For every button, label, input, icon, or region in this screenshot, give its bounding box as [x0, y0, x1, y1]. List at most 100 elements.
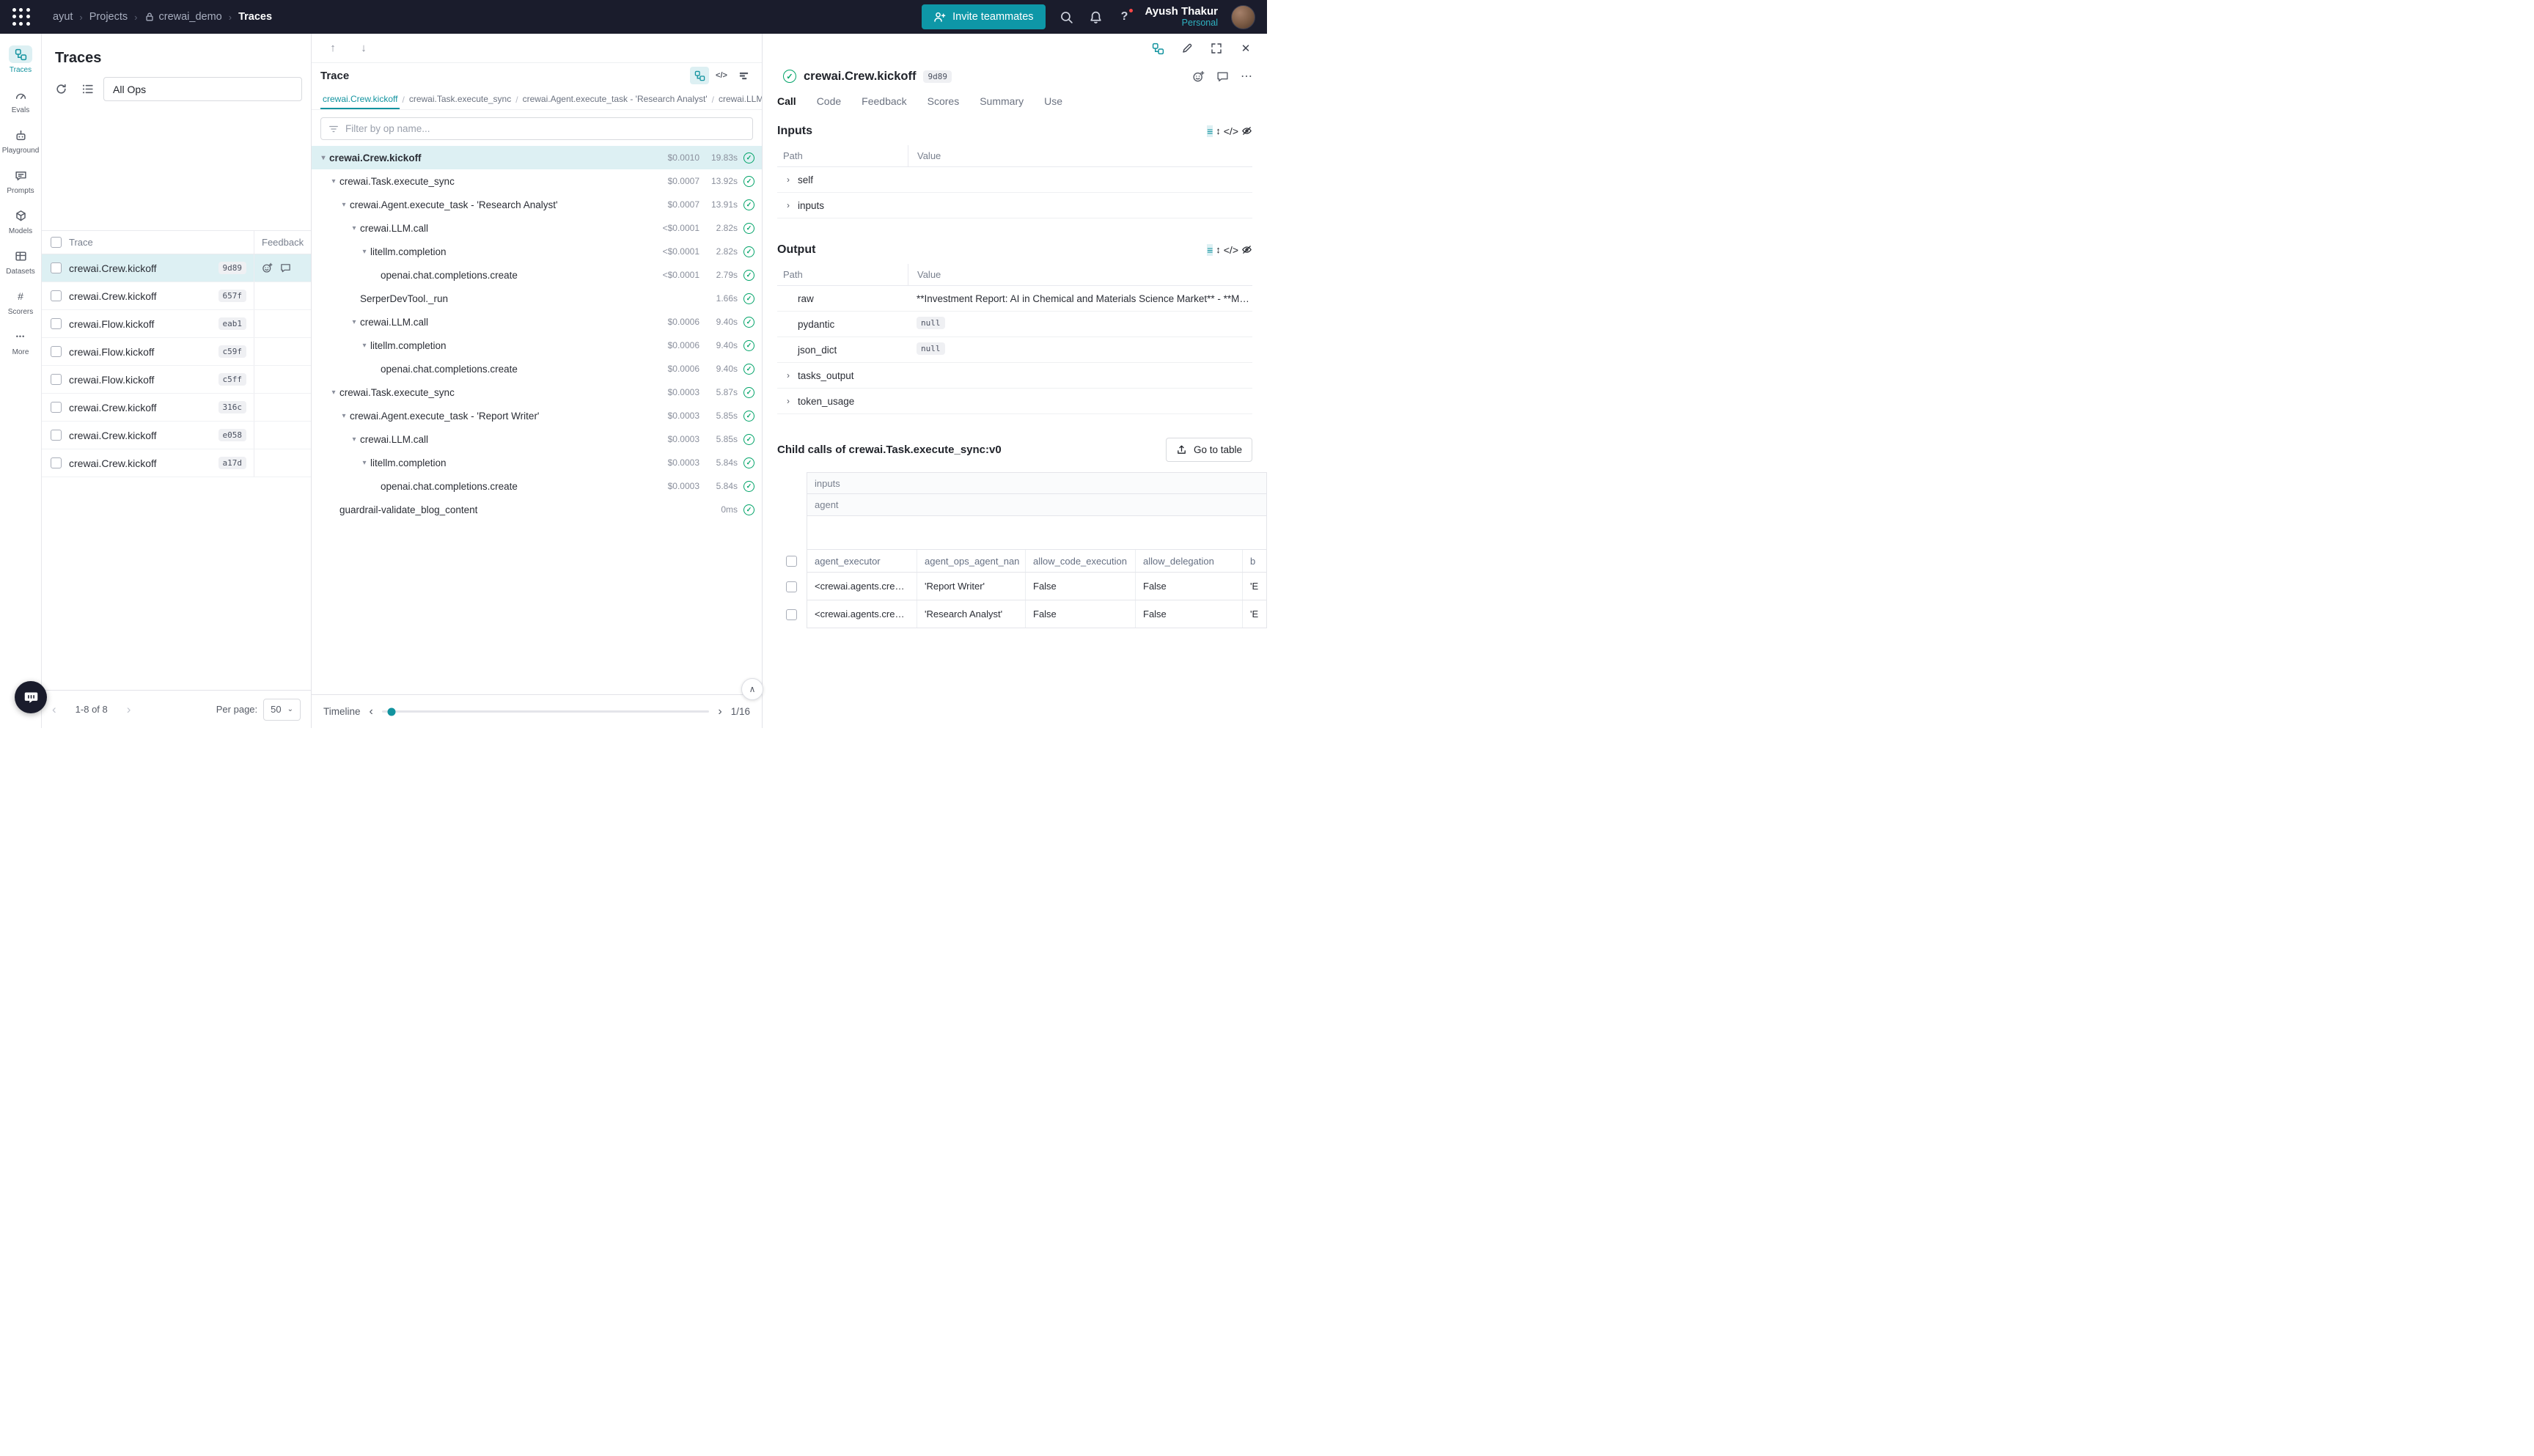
next-call-down-icon[interactable]: ↓ — [356, 40, 372, 56]
output-row[interactable]: › token_usage — [777, 389, 1252, 414]
chevron-down-icon[interactable]: ▾ — [359, 248, 370, 256]
chevron-right-icon[interactable]: › — [783, 174, 793, 185]
go-to-table-button[interactable]: Go to table — [1166, 438, 1252, 462]
row-checkbox[interactable] — [51, 430, 62, 441]
child-call-row[interactable]: <crewai.agents.cre… 'Report Writer' Fals… — [777, 573, 1267, 600]
call-path-item[interactable]: crewai.LLM.cal — [716, 89, 762, 109]
input-row[interactable]: › self — [777, 167, 1252, 193]
chevron-down-icon[interactable]: ▾ — [359, 342, 370, 350]
trace-tree-row[interactable]: ▾ openai.chat.completions.create <$0.000… — [312, 263, 762, 287]
row-checkbox[interactable] — [51, 374, 62, 385]
breadcrumb-traces[interactable]: Traces — [238, 11, 272, 23]
row-checkbox[interactable] — [786, 609, 797, 620]
edit-pencil-icon[interactable] — [1179, 40, 1195, 56]
table-row[interactable]: crewai.Crew.kickoff 316c — [42, 394, 311, 422]
detail-tab[interactable]: Code — [817, 95, 841, 107]
child-call-row[interactable]: <crewai.agents.cre… 'Research Analyst' F… — [777, 600, 1267, 628]
timeline-slider[interactable] — [382, 710, 710, 713]
scroll-to-top-button[interactable]: ∧ — [741, 678, 763, 700]
sidebar-item-prompts[interactable]: Prompts — [1, 163, 40, 198]
trace-tree-row[interactable]: ▾ guardrail-validate_blog_content 0ms — [312, 498, 762, 521]
trace-tree-row[interactable]: ▾ crewai.Agent.execute_task - 'Report Wr… — [312, 404, 762, 427]
chevron-right-icon[interactable]: › — [783, 370, 793, 380]
wandb-logo[interactable] — [12, 7, 31, 26]
trace-tree-row[interactable]: ▾ litellm.completion $0.0003 5.84s — [312, 451, 762, 474]
help-icon[interactable]: ? — [1117, 10, 1132, 23]
row-checkbox[interactable] — [51, 318, 62, 329]
table-row[interactable]: crewai.Crew.kickoff e058 — [42, 422, 311, 449]
code-view-icon[interactable]: </> — [712, 67, 731, 84]
support-chat-button[interactable] — [15, 681, 47, 713]
sidebar-item-evals[interactable]: Evals — [1, 83, 40, 117]
trace-tree-row[interactable]: ▾ litellm.completion $0.0006 9.40s — [312, 334, 762, 357]
trace-tree-row[interactable]: ▾ litellm.completion <$0.0001 2.82s — [312, 240, 762, 263]
row-checkbox[interactable] — [786, 581, 797, 592]
sidebar-item-traces[interactable]: Traces — [1, 43, 40, 77]
prev-call-up-icon[interactable]: ↑ — [325, 40, 341, 56]
tree-view-icon[interactable] — [690, 67, 709, 84]
input-row[interactable]: › inputs — [777, 193, 1252, 218]
row-checkbox[interactable] — [51, 262, 62, 273]
call-path-item[interactable]: crewai.Crew.kickoff — [320, 89, 400, 109]
chevron-right-icon[interactable]: › — [783, 396, 793, 406]
fullscreen-expand-icon[interactable] — [1208, 40, 1224, 56]
row-checkbox[interactable] — [51, 402, 62, 413]
call-path-item[interactable]: crewai.Task.execute_sync — [407, 89, 513, 109]
breadcrumb-projects[interactable]: Projects — [89, 11, 128, 23]
expand-rows-icon[interactable]: ↕ — [1216, 244, 1221, 256]
trace-tree-row[interactable]: ▾ crewai.Task.execute_sync $0.0007 13.92… — [312, 169, 762, 193]
op-name-filter-input[interactable]: Filter by op name... — [320, 117, 753, 140]
comment-icon[interactable] — [1216, 70, 1229, 83]
detail-tab[interactable]: Scores — [928, 95, 960, 107]
table-row[interactable]: crewai.Crew.kickoff 9d89 — [42, 254, 311, 282]
trace-tree-row[interactable]: ▾ crewai.LLM.call $0.0006 9.40s — [312, 310, 762, 334]
add-reaction-icon[interactable] — [262, 262, 273, 273]
close-icon[interactable]: ✕ — [1238, 40, 1254, 56]
chevron-down-icon[interactable]: ▾ — [317, 154, 329, 162]
output-row[interactable]: › tasks_output — [777, 363, 1252, 389]
sidebar-item-more[interactable]: ••• More — [1, 325, 40, 359]
chevron-down-icon[interactable]: ▾ — [328, 177, 339, 185]
comment-icon[interactable] — [280, 262, 291, 273]
next-page-icon[interactable]: › — [127, 702, 131, 717]
table-row[interactable]: crewai.Flow.kickoff eab1 — [42, 310, 311, 338]
invite-teammates-button[interactable]: Invite teammates — [922, 4, 1045, 29]
trace-tree-row[interactable]: ▾ crewai.LLM.call <$0.0001 2.82s — [312, 216, 762, 240]
select-all-checkbox[interactable] — [786, 556, 797, 567]
sidebar-item-playground[interactable]: Playground — [1, 123, 40, 158]
chevron-down-icon[interactable]: ▾ — [348, 224, 360, 232]
sidebar-item-models[interactable]: Models — [1, 204, 40, 238]
trace-tree-row[interactable]: ▾ crewai.Agent.execute_task - 'Research … — [312, 193, 762, 216]
table-row[interactable]: crewai.Crew.kickoff a17d — [42, 449, 311, 477]
table-row[interactable]: crewai.Flow.kickoff c5ff — [42, 366, 311, 394]
show-tree-icon[interactable] — [1150, 40, 1166, 56]
chevron-down-icon[interactable]: ▾ — [338, 201, 350, 209]
manage-columns-icon[interactable] — [77, 79, 98, 100]
trace-tree-row[interactable]: ▾ crewai.Task.execute_sync $0.0003 5.87s — [312, 380, 762, 404]
output-row[interactable]: › json_dict null — [777, 337, 1252, 363]
timeline-prev-icon[interactable]: ‹ — [370, 705, 373, 718]
select-all-checkbox[interactable] — [51, 237, 62, 248]
hide-values-eye-icon[interactable] — [1241, 125, 1252, 137]
trace-tree-row[interactable]: ▾ openai.chat.completions.create $0.0003… — [312, 474, 762, 498]
chevron-down-icon[interactable]: ▾ — [359, 459, 370, 467]
detail-tab[interactable]: Summary — [980, 95, 1024, 107]
output-row[interactable]: › raw **Investment Report: AI in Chemica… — [777, 286, 1252, 312]
sidebar-item-datasets[interactable]: Datasets — [1, 244, 40, 279]
per-page-select[interactable]: 50 ⌄ — [263, 699, 301, 721]
more-menu-icon[interactable]: ⋯ — [1241, 69, 1252, 84]
detail-tab[interactable]: Call — [777, 95, 796, 107]
flamegraph-view-icon[interactable] — [734, 67, 753, 84]
notifications-bell-icon[interactable] — [1088, 9, 1104, 25]
chevron-right-icon[interactable]: › — [783, 200, 793, 210]
avatar[interactable] — [1231, 5, 1255, 29]
table-row[interactable]: crewai.Crew.kickoff 657f — [42, 282, 311, 310]
chevron-down-icon[interactable]: ▾ — [348, 318, 360, 326]
account-menu[interactable]: Ayush Thakur Personal — [1145, 5, 1218, 29]
json-view-icon[interactable]: </> — [1224, 125, 1238, 137]
expand-rows-icon[interactable]: ↕ — [1216, 125, 1221, 137]
refresh-icon[interactable] — [51, 79, 71, 100]
detail-tab[interactable]: Feedback — [862, 95, 906, 107]
sidebar-item-scorers[interactable]: # Scorers — [1, 284, 40, 319]
timeline-next-icon[interactable]: › — [718, 705, 721, 718]
